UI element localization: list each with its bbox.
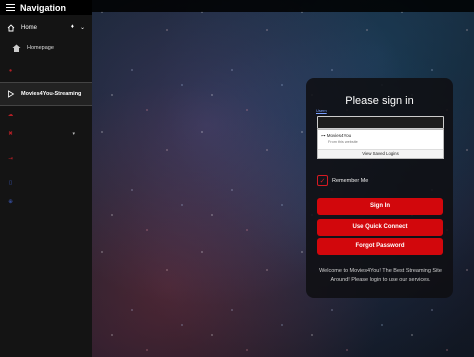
nav-item-document[interactable]: ▯: [0, 178, 92, 188]
nav-item-logout[interactable]: ⇥: [0, 154, 92, 164]
nav-homepage[interactable]: Homepage: [0, 42, 92, 54]
nav-item-account[interactable]: ●: [0, 66, 92, 76]
welcome-text: Welcome to Movies4You! The Best Streamin…: [319, 268, 442, 283]
nav-title: Navigation: [20, 2, 67, 13]
admin-icon: ✖: [8, 131, 13, 137]
user-icon: ●: [8, 68, 13, 74]
autofill-dropdown[interactable]: ⊶ Movies4You From this website View Save…: [317, 129, 444, 159]
document-icon: ▯: [8, 180, 13, 186]
nav-home-label: Home: [21, 24, 38, 31]
chevron-down-icon[interactable]: ⌄: [80, 24, 85, 31]
forgot-password-button[interactable]: Forgot Password: [317, 238, 443, 255]
nav-item-upload-circle[interactable]: ⊕: [0, 197, 92, 207]
autofill-item[interactable]: ⊶ Movies4You: [318, 130, 443, 139]
autofill-source: From this website: [328, 140, 358, 144]
view-saved-logins[interactable]: View Saved Logins: [318, 149, 443, 158]
username-label[interactable]: Usern: [316, 108, 327, 113]
nav-item-upload[interactable]: ☁: [0, 110, 92, 120]
nav-homepage-label: Homepage: [27, 45, 54, 51]
play-icon: [6, 90, 15, 99]
signin-card: Please sign in Usern ⊶ Movies4You From t…: [306, 78, 453, 298]
nav-home-row[interactable]: Home ♦ ⌄: [0, 21, 92, 34]
hamburger-icon[interactable]: [6, 2, 15, 13]
cloud-icon: ☁: [7, 112, 14, 118]
nav-item-admin[interactable]: ✖ ▾: [0, 129, 92, 139]
navigation-sidebar: Navigation Home ♦ ⌄ Homepage ● Movies4Yo…: [0, 0, 92, 357]
home-icon: [6, 23, 15, 32]
nav-header: Navigation: [0, 0, 92, 15]
top-bar-shadow: [92, 0, 474, 12]
signin-button[interactable]: Sign In: [317, 198, 443, 215]
username-input[interactable]: [317, 116, 444, 129]
quick-connect-button[interactable]: Use Quick Connect: [317, 219, 443, 236]
homepage-icon: [12, 44, 21, 53]
upload-circle-icon: ⊕: [8, 199, 13, 205]
signin-title: Please sign in: [345, 95, 414, 107]
autofill-account: Movies4You: [326, 133, 352, 138]
remember-label: Remember Me: [332, 177, 369, 184]
logout-icon: ⇥: [8, 156, 13, 162]
expand-icon: ▾: [72, 131, 75, 137]
home-badge-icon: ♦: [70, 24, 74, 30]
remember-checkbox[interactable]: ✓: [317, 175, 328, 186]
nav-active-label: Movies4You-Streaming: [21, 91, 82, 97]
nav-item-streaming[interactable]: Movies4You-Streaming: [0, 82, 92, 106]
remember-me[interactable]: ✓ Remember Me: [317, 175, 368, 186]
